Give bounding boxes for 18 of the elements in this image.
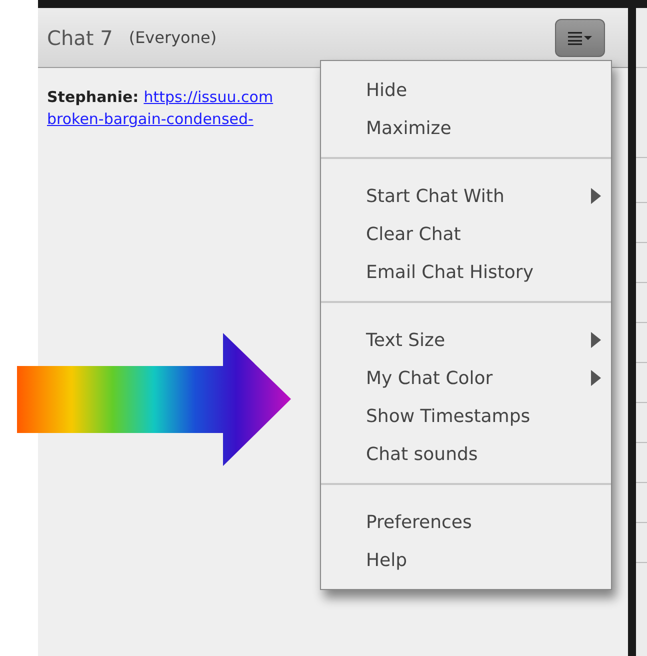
menu-item[interactable]: Text Size — [321, 321, 611, 359]
menu-item[interactable]: Preferences — [321, 503, 611, 541]
menu-item[interactable]: Show Timestamps — [321, 397, 611, 435]
menu-item[interactable]: Start Chat With — [321, 177, 611, 215]
chat-link[interactable]: https://issuu.com — [144, 86, 274, 108]
menu-item[interactable]: Clear Chat — [321, 215, 611, 253]
menu-item[interactable]: Help — [321, 541, 611, 579]
menu-item[interactable]: Email Chat History — [321, 253, 611, 291]
audience-label: (Everyone) — [128, 26, 217, 48]
menu-icon — [568, 30, 592, 44]
sender-name: Stephanie: — [47, 87, 139, 108]
menu-button[interactable] — [555, 18, 605, 56]
panel-title: Chat 7 — [47, 24, 113, 52]
menu-item[interactable]: Chat sounds — [321, 435, 611, 473]
menu-item[interactable]: Maximize — [321, 109, 611, 147]
chat-link[interactable]: broken-bargain-condensed- — [47, 110, 254, 128]
menu-item[interactable]: My Chat Color — [321, 359, 611, 397]
menu-item[interactable]: Hide — [321, 71, 611, 109]
